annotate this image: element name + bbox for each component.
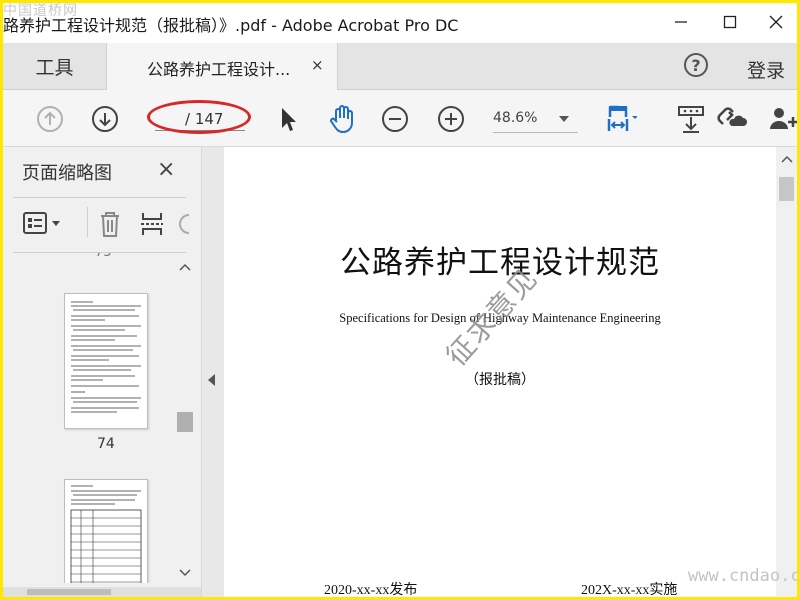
app-window: 中国道桥网 路养护工程设计规范（报批稿）》.pdf - Adobe Acroba… (3, 3, 797, 597)
page-thumbnail-image (71, 301, 141, 413)
zoom-in-button[interactable] (435, 103, 467, 135)
scroll-up-icon (781, 155, 793, 163)
thumbnail-list: 73 (3, 253, 175, 583)
zoom-underline (493, 132, 578, 133)
horizontal-scrollbar-thumb[interactable] (27, 589, 111, 595)
thumbnail-number: 74 (97, 436, 115, 452)
link-icon (717, 107, 747, 126)
scroll-mode-button[interactable] (675, 103, 707, 135)
zoom-in-icon (438, 106, 464, 132)
minimize-button[interactable] (666, 9, 696, 35)
tab-document[interactable]: 公路养护工程设计... × (106, 43, 338, 90)
fit-page-button[interactable] (605, 103, 637, 135)
rotate-icon (179, 214, 190, 234)
watermark-bottom-right: www.cndao.com (688, 566, 797, 586)
extract-page-button[interactable] (139, 209, 167, 239)
share-link-button[interactable] (715, 103, 747, 135)
scroll-mode-icon (678, 106, 704, 133)
panel-close-icon[interactable]: × (157, 157, 175, 182)
close-window-button[interactable] (761, 9, 791, 35)
select-tool-button[interactable] (271, 103, 303, 135)
arrow-up-icon (37, 106, 63, 132)
scroll-down-icon (179, 569, 191, 577)
document-draft-label: （报批稿） (465, 372, 535, 388)
document-scrollbar[interactable] (776, 147, 797, 597)
zoom-out-icon (382, 106, 408, 132)
scrollbar-thumb[interactable] (177, 412, 193, 432)
window-title: 路养护工程设计规范（报批稿）》.pdf - Adobe Acrobat Pro … (3, 16, 459, 35)
red-annotation-ellipse (147, 100, 251, 134)
extract-icon (141, 213, 163, 235)
panel-collapse-handle[interactable] (201, 147, 225, 597)
collapse-left-icon[interactable] (208, 374, 215, 386)
zoom-value[interactable]: 48.6% (493, 110, 537, 126)
options-menu-button[interactable] (22, 211, 68, 237)
tools-divider (87, 207, 88, 237)
page-thumbnail-image (70, 485, 142, 583)
add-user-button[interactable] (768, 103, 797, 135)
trash-icon (101, 212, 119, 237)
page-thumbnails-panel: 页面缩略图 × 73 (3, 147, 201, 597)
hand-icon (330, 105, 353, 133)
help-icon[interactable]: ? (684, 53, 708, 77)
thumbnail-page-74[interactable] (64, 293, 148, 429)
tab-bar: 工具 公路养护工程设计... × ? 登录 (3, 43, 797, 90)
divider (13, 197, 186, 198)
add-user-icon (770, 108, 797, 129)
maximize-button[interactable] (715, 9, 745, 35)
minimize-icon (675, 21, 687, 23)
rotate-page-button[interactable] (179, 211, 193, 237)
thumbnail-horizontal-scrollbar[interactable] (3, 587, 201, 597)
document-scrollbar-thumb[interactable] (779, 177, 794, 201)
release-date: 2020-xx-xx发布 (324, 583, 418, 597)
thumbnail-page-75[interactable] (64, 479, 148, 583)
close-icon (769, 15, 783, 29)
maximize-icon (723, 15, 737, 29)
zoom-out-button[interactable] (379, 103, 411, 135)
scroll-up-icon (179, 263, 191, 271)
login-button[interactable]: 登录 (747, 56, 785, 83)
pointer-icon (282, 108, 296, 131)
toolbar: / 147 48.6% (3, 90, 797, 147)
delete-page-button[interactable] (96, 209, 124, 239)
tab-tools[interactable]: 工具 (3, 43, 106, 89)
thumbnail-number-partial: 73 (95, 253, 112, 260)
thumbnail-scrollbar[interactable] (175, 257, 195, 583)
previous-page-button[interactable] (34, 103, 66, 135)
next-page-button[interactable] (89, 103, 121, 135)
zoom-dropdown-chevron-icon[interactable] (559, 116, 569, 122)
panel-title: 页面缩略图 (22, 163, 112, 184)
document-view: 公路养护工程设计规范 Specifications for Design of … (224, 147, 776, 597)
hand-tool-button[interactable] (326, 103, 358, 135)
implementation-date: 202X-xx-xx实施 (581, 583, 678, 597)
fit-page-icon (607, 105, 637, 131)
tab-close-icon[interactable]: × (311, 56, 324, 74)
arrow-down-icon (92, 106, 118, 132)
list-options-icon (23, 212, 60, 234)
title-bar: 中国道桥网 路养护工程设计规范（报批稿）》.pdf - Adobe Acroba… (3, 3, 797, 43)
tab-document-label: 公路养护工程设计... (147, 60, 291, 79)
panel-tools (3, 199, 201, 251)
